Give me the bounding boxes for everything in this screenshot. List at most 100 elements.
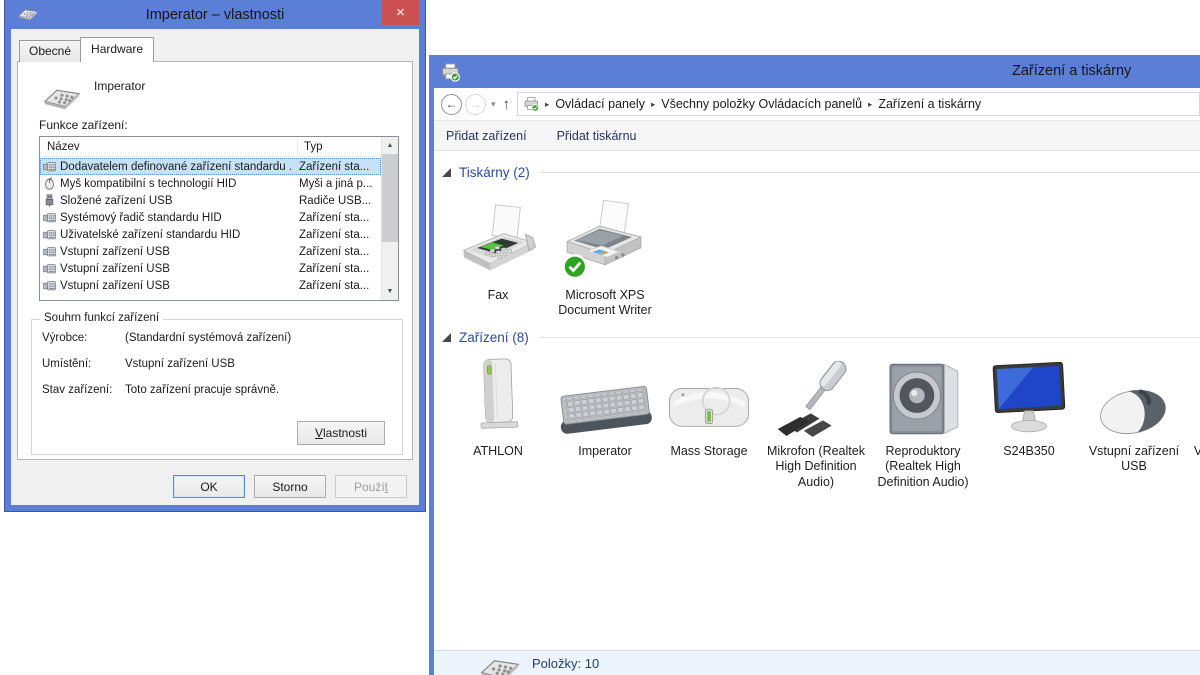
table-row[interactable]: Složené zařízení USB Řadiče USB... (40, 192, 381, 209)
breadcrumb-separator-icon: ▸ (868, 98, 873, 109)
table-row[interactable]: Dodavatelem definované zařízení standard… (40, 158, 381, 175)
device-summary-groupbox: Souhrn funkcí zařízení Výrobce: (Standard… (31, 312, 403, 455)
address-bar[interactable]: ▸ Ovládací panely ▸ Všechny položky Ovládac… (517, 92, 1200, 116)
devices-printers-icon (523, 96, 539, 112)
table-row[interactable]: Uživatelské zařízení standardu HID Zaříze… (40, 226, 381, 243)
forward-button[interactable]: → (465, 93, 486, 115)
content-area: Tiskárny (2) Fax Microsoft XPS Document Wr… (434, 151, 1200, 650)
apply-button[interactable]: Použí t (335, 475, 407, 498)
table-row[interactable]: Vstupní zařízení USB Zařízení sta... (40, 260, 381, 277)
chevron-down-icon[interactable]: ▾ (491, 99, 496, 110)
device-item-reproduktory-realtek-high-definition-audio[interactable]: Reproduktory (Realtek High Definition Au… (869, 345, 977, 490)
dialog-titlebar[interactable]: Imperator – vlastnosti × (5, 0, 425, 29)
device-item-s24b350[interactable]: S24B350 (975, 345, 1083, 459)
item-label: Fax (487, 288, 509, 302)
breadcrumb-item-zarizeni-a-tiskarny[interactable]: Zařízení a tiskárny (874, 95, 985, 113)
up-button[interactable]: ↑ (503, 96, 511, 113)
tab-obecne[interactable]: Obecné (19, 40, 82, 62)
window-title: Zařízení a tiskárny (1012, 63, 1132, 79)
hid-device-icon (43, 211, 56, 224)
table-row[interactable]: Systémový řadič standardu HID Zařízení st… (40, 209, 381, 226)
device-item-vstupni-zarizeni-usb[interactable]: Vstupní zařízení USB (1185, 345, 1200, 475)
group-label: Zařízení (8) (459, 330, 529, 345)
hid-device-icon (43, 279, 56, 292)
scroll-thumb[interactable] (382, 154, 398, 242)
back-button[interactable]: ← (441, 93, 462, 115)
breadcrumb-separator-icon: ▸ (650, 98, 656, 109)
tab-hardware[interactable]: Hardware (80, 37, 155, 62)
device-item-mikrofon-realtek-high-definition-audio[interactable]: Mikrofon (Realtek High Definition Audio) (762, 345, 870, 490)
device-item-vstupni-zarizeni-usb[interactable]: Vstupní zařízení USB (1080, 345, 1188, 475)
scrollbar[interactable]: ▲ ▼ (381, 137, 398, 300)
pridat-zarizeni-button[interactable]: Přidat zařízení (446, 129, 527, 143)
item-label: Vstupní zařízení USB (1088, 444, 1180, 474)
table-row[interactable]: Vstupní zařízení USB Zařízení sta... (40, 277, 381, 294)
keyboard-icon (478, 654, 522, 675)
items-count: Položky: 10 (532, 656, 600, 671)
field-value: Vstupní zařízení USB (125, 358, 235, 370)
explorer-titlebar[interactable]: Zařízení a tiskárny (434, 55, 1200, 88)
external-drive-icon (655, 345, 763, 439)
cell-name: Vstupní zařízení USB (60, 262, 170, 275)
item-label: Mass Storage (670, 444, 748, 458)
usb-plug-icon (43, 194, 56, 207)
cell-type: Zařízení sta... (299, 245, 370, 258)
group-header-tiskarny-2[interactable]: Tiskárny (2) (434, 165, 1200, 180)
properties-button[interactable]: Vlastnosti (297, 421, 385, 445)
breadcrumb: ▸ Ovládací panely ▸ Všechny položky Ovládac… (543, 95, 985, 113)
device-item-microsoft-xps-document-writer[interactable]: Microsoft XPS Document Writer (551, 195, 659, 319)
item-label: S24B350 (1003, 444, 1055, 458)
cell-name: Dodavatelem definované zařízení standard… (60, 160, 292, 173)
summary-field: Umístění: Vstupní zařízení USB (42, 358, 402, 384)
dialog-body: Obecné Hardware Imperator Funkce zařízení… (11, 29, 419, 505)
item-label: Imperator (578, 444, 632, 458)
hid-device-icon (43, 160, 56, 173)
dialog-title: Imperator – vlastnosti (145, 6, 285, 23)
cell-type: Zařízení sta... (299, 228, 370, 241)
hid-device-icon (43, 245, 56, 258)
cell-type: Zařízení sta... (299, 262, 370, 275)
devices-printers-icon (440, 62, 460, 82)
close-icon[interactable]: × (382, 0, 419, 25)
collapse-triangle-icon (442, 168, 451, 177)
mouse-icon (1080, 345, 1188, 439)
cell-type: Zařízení sta... (299, 211, 370, 224)
microphone-icon (762, 345, 870, 439)
properties-dialog: Imperator – vlastnosti × Obecné Hardware … (5, 0, 425, 511)
cell-name: Složené zařízení USB (60, 194, 173, 207)
device-item-fax[interactable]: Fax (444, 195, 552, 303)
list-header: Název Typ (40, 137, 398, 157)
table-row[interactable]: Vstupní zařízení USB Zařízení sta... (40, 243, 381, 260)
list-rows: Dodavatelem definované zařízení standard… (40, 158, 381, 300)
item-label: Microsoft XPS Document Writer (558, 288, 652, 318)
tab-strip: Obecné Hardware (19, 37, 155, 62)
cancel-button[interactable]: Storno (254, 475, 326, 498)
navigation-bar: ← → ▾ ↑ ▸ Ovládací panely ▸ Všechny položky… (434, 88, 1200, 121)
mouse-icon (1185, 345, 1200, 439)
tab-page-hardware: Imperator Funkce zařízení: Název Typ Dod… (17, 61, 413, 460)
device-item-athlon[interactable]: ATHLON (444, 345, 552, 459)
group-header-zarizeni-8[interactable]: Zařízení (8) (434, 330, 1200, 345)
breadcrumb-item-vsechny-polozky-ovladacich-panelu[interactable]: Všechny položky Ovládacích panelů (657, 95, 866, 113)
ok-button[interactable]: OK (173, 475, 245, 498)
device-item-mass-storage[interactable]: Mass Storage (655, 345, 763, 459)
command-toolbar: Přidat zařízení Přidat tiskárnu (434, 121, 1200, 151)
cell-name: Vstupní zařízení USB (60, 279, 170, 292)
scroll-up-icon[interactable]: ▲ (382, 137, 398, 154)
field-label: Umístění: (42, 358, 92, 370)
fax-icon (444, 195, 552, 283)
table-row[interactable]: Myš kompatibilní s technologií HID Myši a… (40, 175, 381, 192)
group-rule (538, 337, 1200, 338)
device-item-imperator[interactable]: Imperator (551, 345, 659, 459)
summary-fields: Výrobce: (Standardní systémová zařízení) U… (32, 320, 402, 410)
scroll-down-icon[interactable]: ▼ (382, 283, 398, 300)
column-header-name[interactable]: Název (40, 137, 298, 156)
device-functions-label: Funkce zařízení: (39, 118, 128, 132)
field-label: Stav zařízení: (42, 384, 113, 396)
device-name: Imperator (94, 79, 146, 93)
devices-printers-window: Zařízení a tiskárny ← → ▾ ↑ ▸ Ovládací pa… (429, 55, 1200, 675)
status-bar: Položky: 10 (434, 650, 1200, 675)
pridat-tiskarnu-button[interactable]: Přidat tiskárnu (557, 129, 637, 143)
field-label: Výrobce: (42, 332, 88, 344)
breadcrumb-item-ovladaci-panely[interactable]: Ovládací panely (551, 95, 649, 113)
